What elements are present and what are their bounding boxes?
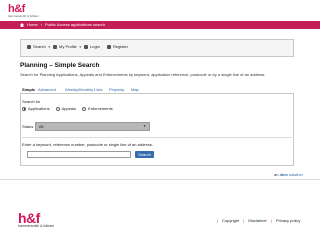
nav-login[interactable]: Login — [84, 45, 100, 49]
nav-register[interactable]: Register — [107, 45, 128, 49]
keyword-label: Enter a keyword, reference number, postc… — [22, 142, 153, 147]
status-select[interactable]: All ▼ — [35, 122, 150, 131]
tab-map[interactable]: Map — [131, 86, 139, 94]
tab-weekly-monthly-lists[interactable]: Weekly/Monthly Lists — [65, 86, 103, 94]
footer-separator: | — [243, 218, 245, 223]
search-icon — [27, 45, 31, 49]
tab-strip — [20, 86, 294, 94]
footer-link-disclaimer[interactable]: Disclaimer — [248, 218, 267, 223]
chevron-down-icon: ▼ — [47, 45, 51, 49]
radio-appeals[interactable]: Appeals — [55, 106, 77, 111]
profile-icon — [53, 45, 57, 49]
page: h&f hammersmith & fulham Home › Public A… — [0, 0, 320, 245]
footer-divider — [0, 179, 320, 180]
footer-logo-subtitle: hammersmith & fulham — [18, 224, 54, 228]
tab-advanced[interactable]: Advanced — [38, 86, 56, 94]
breadcrumb: Home › Public Access applications search — [20, 23, 105, 27]
status-value: All — [39, 124, 44, 129]
nav-search-label: Search — [33, 44, 46, 49]
search-for-label: Search for — [22, 99, 41, 104]
radio-enforcements[interactable]: Enforcements — [82, 106, 113, 111]
idox-credit[interactable]: an idox solution — [274, 172, 303, 177]
breadcrumb-separator-icon: › — [40, 22, 43, 27]
nav-profile-label: My Profile — [59, 44, 77, 49]
radio-empty-icon — [55, 106, 60, 111]
home-icon[interactable] — [20, 23, 24, 27]
footer-hf-logo: h&f hammersmith & fulham — [18, 210, 64, 230]
hf-logo[interactable]: h&f hammersmith & fulham — [8, 4, 48, 20]
footer-separator: | — [217, 218, 219, 223]
breadcrumb-current: Public Access applications search — [45, 22, 106, 27]
tab-property[interactable]: Property — [109, 86, 124, 94]
search-button[interactable]: Search — [135, 151, 154, 158]
login-icon — [84, 45, 88, 49]
page-title: Planning – Simple Search — [20, 62, 100, 69]
form-divider — [22, 137, 292, 138]
idox-prefix: an — [274, 172, 279, 177]
nav-search[interactable]: Search ▼ — [27, 45, 51, 49]
logo-subtitle: hammersmith & fulham — [8, 14, 39, 18]
keyword-search-input[interactable] — [27, 151, 131, 158]
logo-mark: h&f — [8, 3, 25, 15]
nav-my-profile[interactable]: My Profile ▼ — [53, 45, 82, 49]
status-label: Status — [22, 124, 34, 129]
tab-simple[interactable]: Simple — [22, 86, 35, 94]
register-icon — [107, 45, 111, 49]
radio-applications-label: Applications — [28, 106, 50, 111]
idox-suffix: solution — [288, 172, 303, 177]
breadcrumb-home[interactable]: Home — [27, 23, 38, 27]
search-type-radios: Applications Appeals Enforcements — [22, 106, 113, 111]
footer-separator: | — [270, 218, 272, 223]
page-lead: Search for Planning Applications, Appeal… — [20, 72, 266, 77]
radio-appeals-label: Appeals — [61, 106, 77, 111]
chevron-down-icon: ▼ — [78, 45, 82, 49]
radio-empty-icon — [82, 106, 87, 111]
radio-selected-icon — [22, 106, 26, 111]
footer-link-copyright[interactable]: Copyright — [222, 218, 239, 223]
radio-applications[interactable]: Applications — [22, 106, 50, 111]
nav-login-label: Login — [90, 44, 100, 49]
footer-links: | Copyright | Disclaimer | Privacy polic… — [217, 218, 300, 223]
footer-logo-mark: h&f — [18, 210, 40, 226]
footer-link-privacy[interactable]: Privacy policy — [276, 218, 300, 223]
idox-brand: idox — [279, 172, 288, 177]
chevron-down-icon: ▼ — [143, 124, 146, 128]
nav-register-label: Register — [113, 44, 128, 49]
radio-enforcements-label: Enforcements — [88, 106, 113, 111]
